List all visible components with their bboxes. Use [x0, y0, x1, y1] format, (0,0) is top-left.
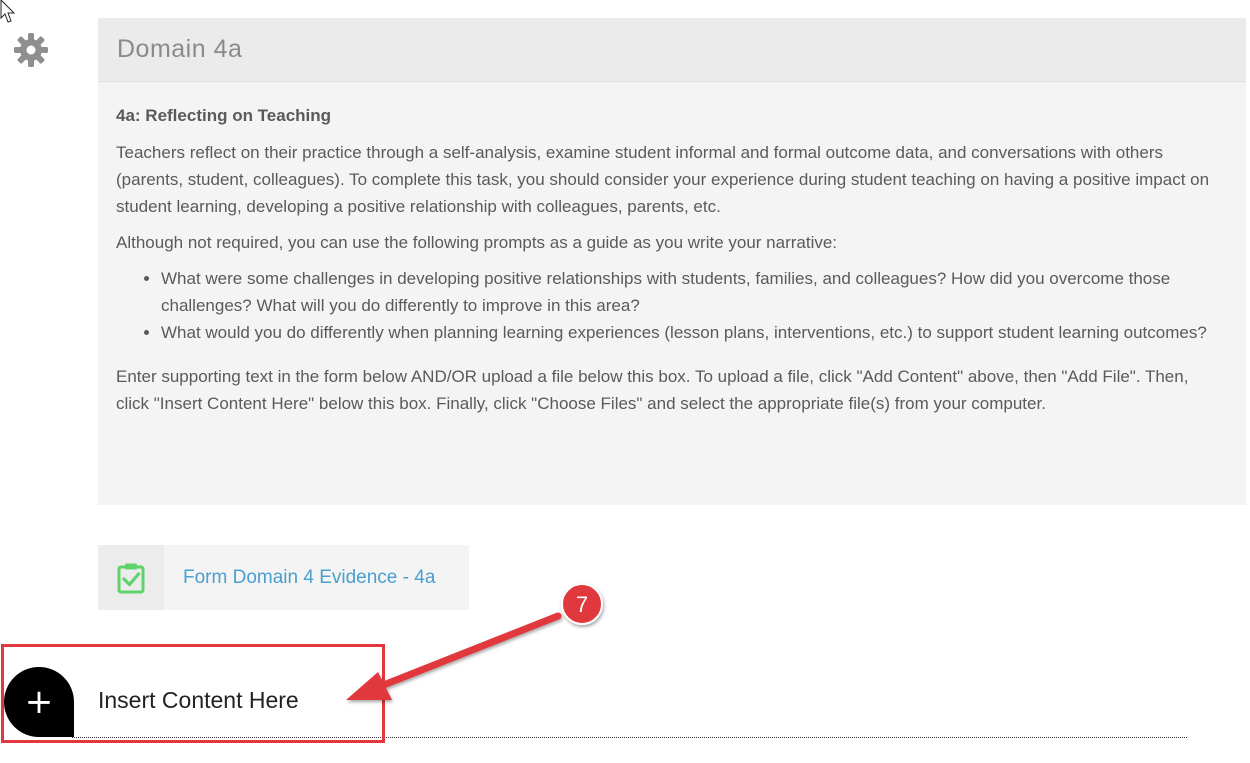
form-link[interactable]: Form Domain 4 Evidence - 4a	[164, 545, 435, 610]
instructions-paragraph: Enter supporting text in the form below …	[116, 367, 1189, 413]
divider	[72, 737, 1187, 738]
insert-content-row: + Insert Content Here	[0, 646, 1190, 742]
panel-title: Domain 4a	[117, 35, 243, 63]
plus-icon: +	[24, 682, 54, 722]
step-number: 7	[576, 592, 588, 617]
annotation-step-badge: 7	[561, 583, 603, 625]
content-panel: Domain 4a 4a: Reflecting on Teaching Tea…	[98, 18, 1246, 505]
clipboard-check-icon	[117, 563, 145, 593]
panel-header: Domain 4a	[98, 18, 1246, 82]
section-heading: 4a: Reflecting on Teaching	[116, 106, 332, 125]
prompt-list: What were some challenges in developing …	[116, 265, 1226, 346]
insert-content-button[interactable]: +	[4, 667, 74, 737]
panel-body: 4a: Reflecting on Teaching Teachers refl…	[98, 82, 1246, 417]
insert-content-label[interactable]: Insert Content Here	[98, 687, 299, 714]
prompt-lead: Although not required, you can use the f…	[116, 233, 838, 252]
gear-icon[interactable]	[13, 32, 49, 68]
list-item: What were some challenges in developing …	[161, 265, 1226, 319]
form-item[interactable]: Form Domain 4 Evidence - 4a	[98, 545, 469, 610]
form-icon-box	[98, 545, 164, 610]
list-item: What would you do differently when plann…	[161, 319, 1226, 346]
intro-paragraph: Teachers reflect on their practice throu…	[116, 143, 1210, 216]
cursor-icon	[0, 0, 16, 23]
